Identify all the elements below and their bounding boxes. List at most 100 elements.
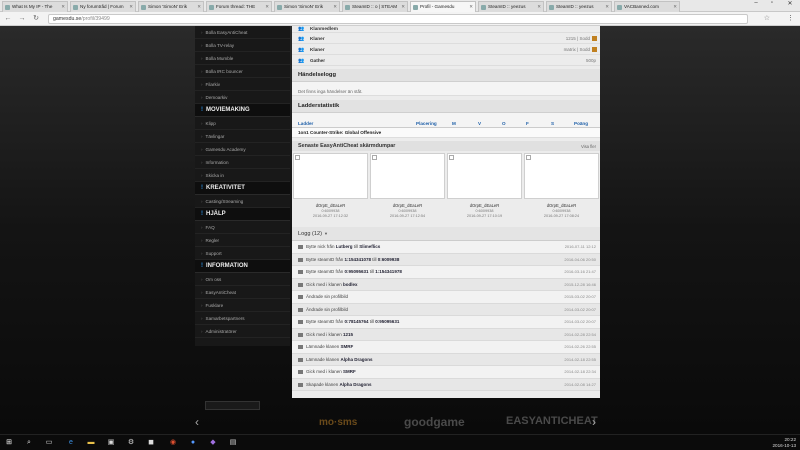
- edge-icon[interactable]: e: [66, 438, 76, 448]
- minimize-icon[interactable]: –: [748, 0, 764, 10]
- close-tab-icon[interactable]: ✕: [61, 4, 65, 10]
- sidebar-item[interactable]: › Tävlingar: [195, 130, 290, 143]
- url-input[interactable]: gamesdu.se/profil/39499: [48, 14, 748, 24]
- sidebar: › Bolla EasyAntiCheat › Bolla TV-relay › Bo…: [195, 26, 290, 346]
- close-tab-icon[interactable]: ✕: [401, 4, 405, 10]
- col-v[interactable]: V: [478, 121, 481, 126]
- clan-row[interactable]: 👥 Klaner 1215 | Sodd: [292, 33, 600, 44]
- windows-start-icon[interactable]: ⊞: [4, 438, 14, 448]
- maximize-icon[interactable]: ▫: [764, 0, 780, 10]
- clan-row[interactable]: 👥 Klaner matrix | Sodd: [292, 44, 600, 55]
- chevron-right-icon[interactable]: ›: [592, 415, 596, 429]
- visual-studio-icon[interactable]: ◆: [208, 438, 218, 448]
- screenshot-thumbnail[interactable]: [370, 153, 445, 199]
- chevron-down-icon[interactable]: ▼: [324, 231, 328, 236]
- browser-tab[interactable]: SteamID :: yeezus ✕: [478, 1, 544, 12]
- sponsor-mosms-logo[interactable]: mo·sms: [319, 417, 357, 428]
- sidebar-item[interactable]: › Bolla TV-relay: [195, 39, 290, 52]
- settings-gear-icon[interactable]: ⚙: [126, 438, 136, 448]
- screenshot-thumbnail[interactable]: [524, 153, 599, 199]
- col-s[interactable]: S: [551, 121, 554, 126]
- browser-tab-active[interactable]: Profil - Gamesdu ✕: [410, 1, 476, 12]
- sidebar-item[interactable]: › Bolla EasyAntiCheat: [195, 26, 290, 39]
- col-m[interactable]: M: [452, 121, 456, 126]
- close-tab-icon[interactable]: ✕: [673, 4, 677, 10]
- sponsor-easyanticheat-logo[interactable]: EASYANTICHEAT: [506, 415, 598, 427]
- sidebar-item[interactable]: › Klipp: [195, 117, 290, 130]
- col-f[interactable]: F: [526, 121, 529, 126]
- close-window-icon[interactable]: ✕: [782, 0, 798, 10]
- screenshot-card[interactable]: dOrpE_dEaLeR 0:6009938 2016-09-27 17:12:32: [293, 153, 368, 225]
- col-poang[interactable]: Poäng: [574, 121, 588, 126]
- bookmark-star-icon[interactable]: ☆: [764, 14, 770, 22]
- chrome-icon[interactable]: ◉: [168, 438, 178, 448]
- sidebar-item[interactable]: › Demoarkiv: [195, 91, 290, 104]
- sidebar-item[interactable]: › Fusklare: [195, 299, 290, 312]
- sponsor-goodgame-logo[interactable]: goodgame: [404, 415, 465, 429]
- screenshot-card[interactable]: dOrpE_dEaLeR 0:6009938 2016-09-27 17:08:24: [524, 153, 599, 225]
- sidebar-item[interactable]: › Bolla Mumble: [195, 52, 290, 65]
- screenshot-thumbnail[interactable]: [293, 153, 368, 199]
- log-row: Gick med i klanen bodlex 2015-12-28 16:46: [292, 278, 600, 291]
- broken-image-icon: [205, 401, 260, 410]
- app-icon[interactable]: ▤: [228, 438, 238, 448]
- browser-tab[interactable]: Forum thread: THE ✕: [206, 1, 272, 12]
- task-view-icon[interactable]: ▭: [44, 438, 54, 448]
- chevron-left-icon[interactable]: ‹: [195, 415, 199, 429]
- favicon-icon: [549, 5, 554, 10]
- browser-tab[interactable]: Simon 'SimoN' Erik ✕: [138, 1, 204, 12]
- back-icon[interactable]: ←: [3, 14, 13, 24]
- sidebar-item[interactable]: › FAQ: [195, 221, 290, 234]
- sidebar-section-kreativitet: ! KREATIVITET: [195, 182, 290, 195]
- sidebar-item[interactable]: › EasyAntiCheat: [195, 286, 290, 299]
- browser-tab[interactable]: What Is My IP - The ✕: [2, 1, 68, 12]
- close-tab-icon[interactable]: ✕: [537, 4, 541, 10]
- screenshot-card[interactable]: dOrpE_dEaLeR 0:6009938 2016-09-27 17:12:54: [370, 153, 445, 225]
- col-ladder[interactable]: Ladder: [298, 121, 313, 126]
- browser-tab[interactable]: VACBanned.com ✕: [614, 1, 680, 12]
- sidebar-item[interactable]: › Om oss: [195, 273, 290, 286]
- sidebar-item[interactable]: › Bolla IRC bouncer: [195, 65, 290, 78]
- sidebar-item[interactable]: › Filarkiv: [195, 78, 290, 91]
- sidebar-item[interactable]: › Administratörer: [195, 325, 290, 338]
- reload-icon[interactable]: ↻: [31, 14, 41, 24]
- sidebar-item[interactable]: › Support: [195, 247, 290, 260]
- browser-tab[interactable]: SteamID :: o | STEAM ✕: [342, 1, 408, 12]
- sidebar-item[interactable]: › Gamesdu Academy: [195, 143, 290, 156]
- browser-menu-icon[interactable]: ⋮: [787, 14, 794, 22]
- browser-tab[interactable]: Ny forumtråd | Forum ✕: [70, 1, 136, 12]
- steam-icon[interactable]: ●: [188, 438, 198, 448]
- sidebar-item[interactable]: › Regler: [195, 234, 290, 247]
- gather-row[interactable]: 👥 Gather 500p: [292, 55, 600, 66]
- browser-tab[interactable]: SteamID :: yeezus ✕: [546, 1, 612, 12]
- store-icon[interactable]: ▣: [106, 438, 116, 448]
- browser-tab[interactable]: Simon 'SimoN' Erik ✕: [274, 1, 340, 12]
- col-placering[interactable]: Placering: [416, 121, 437, 126]
- chevron-right-icon: ›: [201, 329, 203, 334]
- sidebar-item[interactable]: › Information: [195, 156, 290, 169]
- close-tab-icon[interactable]: ✕: [265, 4, 269, 10]
- col-o[interactable]: O: [502, 121, 506, 126]
- sidebar-item[interactable]: › Casting/Streaming: [195, 195, 290, 208]
- close-tab-icon[interactable]: ✕: [333, 4, 337, 10]
- log-header[interactable]: Logg (12) ▼: [292, 227, 600, 241]
- sidebar-section-moviemaking: ! MOVIEMAKING: [195, 104, 290, 117]
- search-icon[interactable]: ⌕: [24, 438, 34, 448]
- screenshot-thumbnail[interactable]: [447, 153, 522, 199]
- close-tab-icon[interactable]: ✕: [469, 4, 473, 10]
- close-tab-icon[interactable]: ✕: [197, 4, 201, 10]
- show-more-link[interactable]: Visa fler: [581, 144, 596, 149]
- system-clock[interactable]: 20:22 2016-10-13: [773, 437, 797, 448]
- close-tab-icon[interactable]: ✕: [605, 4, 609, 10]
- forward-icon[interactable]: →: [17, 14, 27, 24]
- chevron-right-icon: ›: [201, 225, 203, 230]
- log-row: Lämnade klanen SMRF 2014-02-26 22:55: [292, 341, 600, 354]
- app-icon[interactable]: ◼: [146, 438, 156, 448]
- sidebar-item[interactable]: › Samarbetspartners: [195, 312, 290, 325]
- screenshot-card[interactable]: dOrpE_dEaLeR 0:6009938 2016-09-27 17:10:19: [447, 153, 522, 225]
- file-explorer-icon[interactable]: ▬: [86, 438, 96, 448]
- close-tab-icon[interactable]: ✕: [129, 4, 133, 10]
- log-entry-icon: [298, 282, 303, 287]
- ladder-row[interactable]: 1on1 Counter-Strike: Global Offensive: [292, 128, 600, 138]
- sidebar-item[interactable]: › Skicka in: [195, 169, 290, 182]
